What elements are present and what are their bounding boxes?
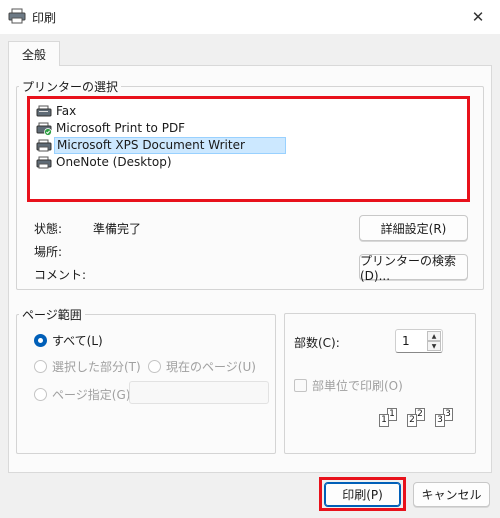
radio-icon (34, 360, 47, 373)
printer-list[interactable]: Fax Microsoft Print to PDF Microsoft XPS… (27, 96, 470, 202)
collate-pages-icon: 11 22 33 (372, 408, 462, 434)
printer-item-onenote[interactable]: OneNote (Desktop) (36, 154, 461, 171)
triangle-down-icon: ▼ (431, 342, 437, 350)
copies-stepper[interactable]: 1 ▲ ▼ (395, 329, 443, 353)
triangle-up-icon: ▲ (431, 332, 437, 340)
find-printer-button[interactable]: プリンターの検索(D)... (359, 254, 468, 283)
printer-name: Microsoft XPS Document Writer (54, 137, 286, 154)
printer-item-fax[interactable]: Fax (36, 103, 461, 120)
title-bar: 印刷 ✕ (0, 0, 500, 34)
status-label: 状態: (34, 222, 63, 236)
printer-icon (36, 156, 52, 170)
radio-all-label: すべて(L) (52, 334, 103, 348)
close-icon: ✕ (471, 8, 485, 26)
printer-default-icon (36, 122, 52, 136)
radio-all[interactable]: すべて(L) (34, 332, 103, 349)
radio-pages[interactable]: ページ指定(G): (34, 386, 134, 403)
cancel-button[interactable]: キャンセル (413, 482, 490, 507)
radio-icon (148, 360, 161, 373)
collate-checkbox[interactable]: 部単位で印刷(O) (294, 377, 403, 394)
print-button[interactable]: 印刷(P) (324, 482, 401, 507)
radio-current-page[interactable]: 現在のページ(U) (148, 358, 256, 375)
copies-label: 部数(C): (294, 336, 340, 350)
radio-selection[interactable]: 選択した部分(T) (34, 358, 141, 375)
printer-icon (36, 139, 52, 153)
copies-value: 1 (402, 334, 410, 348)
status-value: 準備完了 (93, 222, 142, 236)
pages-input[interactable] (129, 381, 269, 404)
radio-current-page-label: 現在のページ(U) (166, 360, 256, 374)
comment-label: コメント: (34, 268, 87, 282)
printer-group-legend: プリンターの選択 (22, 80, 119, 94)
preferences-button[interactable]: 詳細設定(R) (359, 215, 468, 241)
collate-label: 部単位で印刷(O) (312, 379, 403, 393)
window-title: 印刷 (32, 11, 57, 25)
radio-pages-label: ページ指定(G): (52, 388, 135, 402)
close-button[interactable]: ✕ (456, 0, 500, 34)
spin-up-button[interactable]: ▲ (427, 331, 441, 341)
printer-app-icon (8, 8, 26, 24)
spin-down-button[interactable]: ▼ (427, 341, 441, 351)
fax-icon (36, 105, 52, 119)
printer-name: Microsoft Print to PDF (56, 121, 186, 135)
tab-general[interactable]: 全般 (8, 41, 60, 66)
page-range-legend: ページ範囲 (22, 308, 82, 322)
printer-item-print-to-pdf[interactable]: Microsoft Print to PDF (36, 120, 461, 137)
page-range-group: ページ範囲 (16, 306, 276, 454)
printer-name: OneNote (Desktop) (56, 155, 172, 169)
tab-label: 全般 (21, 47, 46, 62)
radio-icon (34, 388, 47, 401)
printer-name: Fax (56, 104, 77, 118)
location-label: 場所: (34, 245, 63, 259)
printer-item-xps-writer[interactable]: Microsoft XPS Document Writer (36, 137, 461, 154)
checkbox-icon (294, 379, 307, 392)
radio-checked-icon (34, 334, 47, 347)
radio-selection-label: 選択した部分(T) (52, 360, 141, 374)
